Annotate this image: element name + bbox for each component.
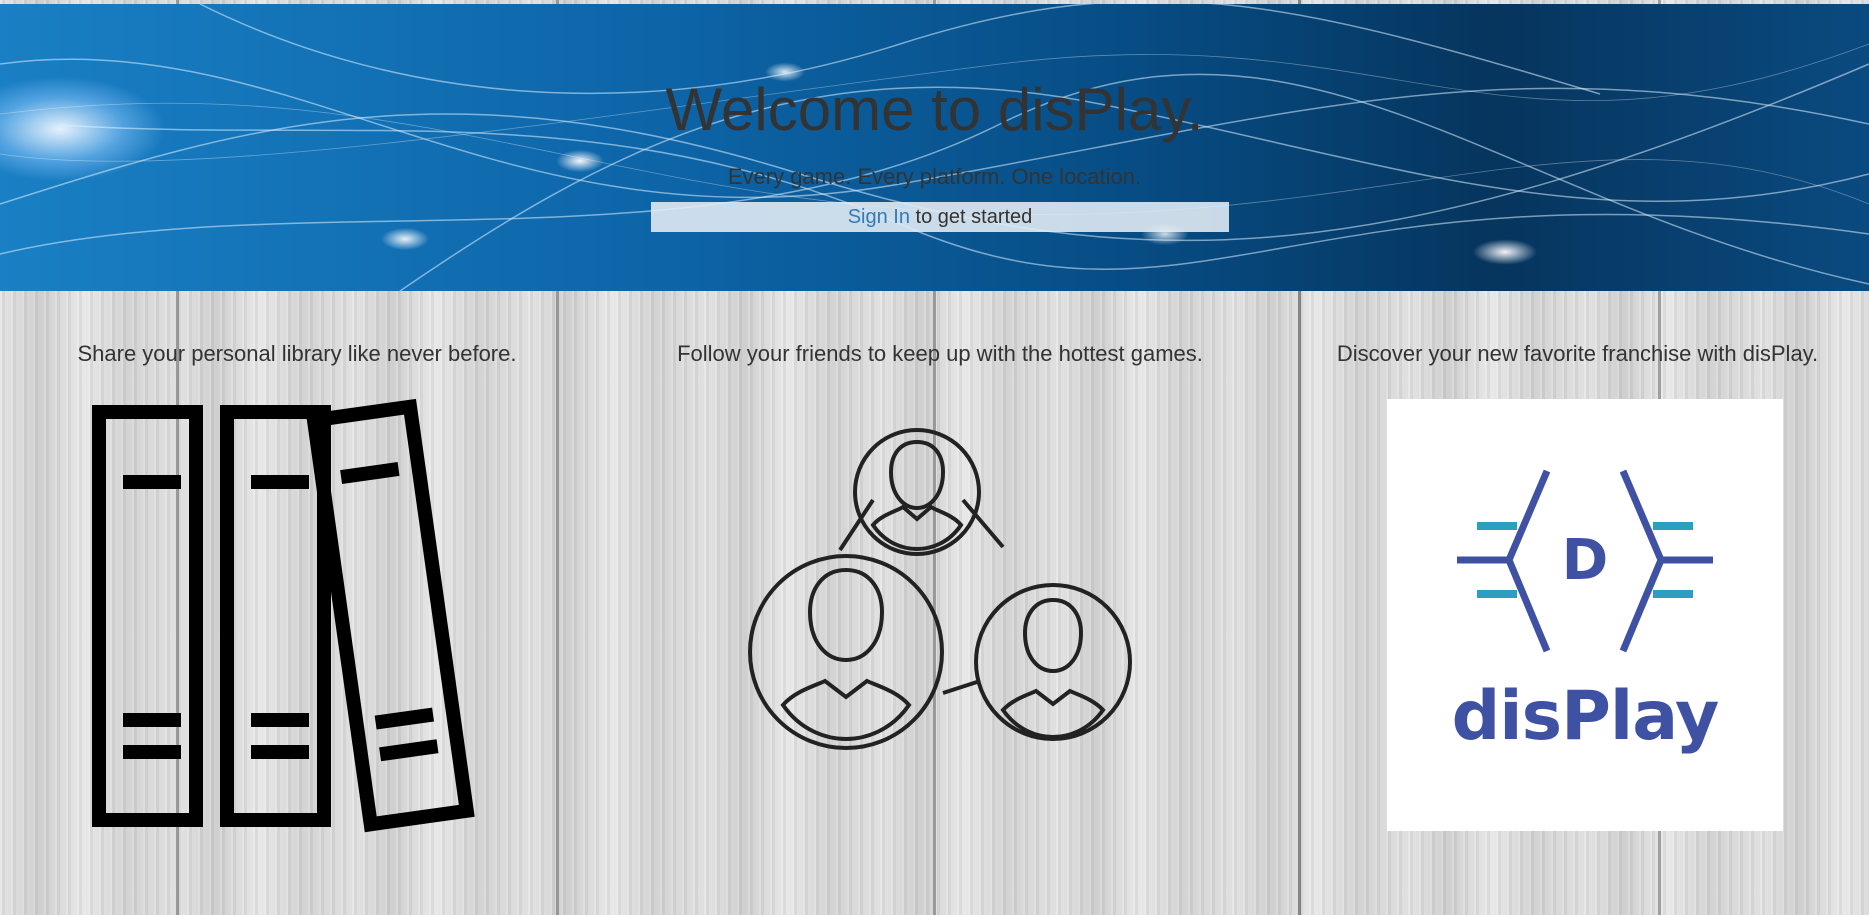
feature-library-text: Share your personal library like never b…	[77, 341, 517, 366]
library-books-icon	[92, 398, 475, 833]
feature-friends-text: Follow your friends to keep up with the …	[677, 341, 1203, 366]
light-swirl-background	[0, 4, 1869, 291]
hero-banner: Welcome to disPlay. Every game. Every pl…	[0, 4, 1869, 291]
display-logo: D disPlay	[1387, 399, 1783, 831]
feature-discover-text: Discover your new favorite franchise wit…	[1336, 341, 1819, 366]
friends-network-icon	[748, 428, 1132, 750]
logo-letter: D	[1561, 528, 1609, 593]
hero-title: Welcome to disPlay.	[665, 76, 1204, 143]
display-logo-bracket-icon	[1457, 469, 1713, 653]
signin-suffix-text: to get started	[909, 206, 1033, 228]
signin-prompt: Sign In to get started	[651, 202, 1229, 232]
logo-wordmark: disPlay	[1451, 677, 1720, 756]
hero-tagline: Every game. Every platform. One location…	[727, 164, 1142, 189]
sign-in-link[interactable]: Sign In	[848, 206, 910, 228]
